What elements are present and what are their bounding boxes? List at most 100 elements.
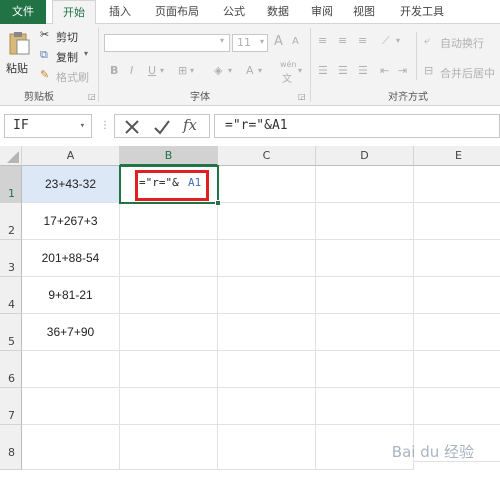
underline-button[interactable]: U: [148, 64, 156, 77]
cell-b6[interactable]: [120, 351, 218, 388]
cell-b8[interactable]: [120, 425, 218, 470]
border-dropdown-icon[interactable]: ▾: [190, 66, 194, 75]
name-box-dropdown-icon[interactable]: ▾: [80, 115, 85, 137]
clipboard-launcher-icon[interactable]: ◲: [88, 92, 96, 101]
align-center-icon[interactable]: ☰: [338, 64, 348, 77]
grow-font-button[interactable]: A: [274, 34, 283, 49]
align-top-icon[interactable]: ≡: [318, 34, 327, 47]
shrink-font-button[interactable]: A: [292, 36, 299, 47]
tab-data[interactable]: 数据: [258, 0, 298, 24]
cell-e2[interactable]: [414, 203, 500, 240]
column-header-a[interactable]: A: [22, 146, 120, 166]
tab-page-layout[interactable]: 页面布局: [146, 0, 208, 24]
font-color-button[interactable]: A: [246, 64, 254, 77]
cut-button[interactable]: 剪切: [56, 29, 78, 45]
fill-color-icon[interactable]: ◈: [214, 64, 222, 77]
font-name-dropdown[interactable]: [104, 34, 230, 52]
align-middle-icon[interactable]: ≡: [338, 34, 347, 47]
select-all-corner[interactable]: [0, 146, 22, 166]
cell-c4[interactable]: [218, 277, 316, 314]
cell-d3[interactable]: [316, 240, 414, 277]
column-header-c[interactable]: C: [218, 146, 316, 166]
cell-e4[interactable]: [414, 277, 500, 314]
cell-e7[interactable]: [414, 388, 500, 425]
tab-insert[interactable]: 插入: [100, 0, 140, 24]
cell-d1[interactable]: [316, 166, 414, 203]
enter-icon[interactable]: [153, 118, 171, 136]
phonetic-button[interactable]: wén: [280, 60, 297, 69]
cell-a3[interactable]: 201+88-54: [22, 240, 120, 277]
orientation-dropdown-icon[interactable]: ▾: [396, 36, 400, 45]
cell-c8[interactable]: [218, 425, 316, 470]
row-header-8[interactable]: 8: [0, 425, 22, 470]
cell-a4[interactable]: 9+81-21: [22, 277, 120, 314]
tab-developer[interactable]: 开发工具: [392, 0, 452, 24]
cell-e3[interactable]: [414, 240, 500, 277]
cell-c2[interactable]: [218, 203, 316, 240]
cell-b5[interactable]: [120, 314, 218, 351]
align-right-icon[interactable]: ☰: [358, 64, 368, 77]
row-header-2[interactable]: 2: [0, 203, 22, 240]
formula-input[interactable]: ="r="&A1: [214, 114, 500, 138]
bold-button[interactable]: B: [110, 64, 118, 77]
row-header-4[interactable]: 4: [0, 277, 22, 314]
cell-a1[interactable]: 23+43-32: [22, 166, 120, 203]
column-header-d[interactable]: D: [316, 146, 414, 166]
font-size-dropdown[interactable]: 11 ▾: [232, 34, 268, 52]
row-header-7[interactable]: 7: [0, 388, 22, 425]
cell-c5[interactable]: [218, 314, 316, 351]
cell-c6[interactable]: [218, 351, 316, 388]
cell-a6[interactable]: [22, 351, 120, 388]
cell-c7[interactable]: [218, 388, 316, 425]
cell-b3[interactable]: [120, 240, 218, 277]
font-launcher-icon[interactable]: ◲: [298, 92, 306, 101]
phonetic-dropdown-icon[interactable]: ▾: [298, 66, 302, 75]
cell-d4[interactable]: [316, 277, 414, 314]
cell-a2[interactable]: 17+267+3: [22, 203, 120, 240]
tab-home[interactable]: 开始: [52, 0, 96, 25]
font-color-dropdown-icon[interactable]: ▾: [258, 66, 262, 75]
merge-center-button[interactable]: 合并后居中: [440, 65, 495, 81]
cell-b2[interactable]: [120, 203, 218, 240]
cell-e5[interactable]: [414, 314, 500, 351]
increase-indent-icon[interactable]: ⇥: [398, 64, 407, 77]
cell-a5[interactable]: 36+7+90: [22, 314, 120, 351]
cell-e6[interactable]: [414, 351, 500, 388]
row-header-6[interactable]: 6: [0, 351, 22, 388]
fill-dropdown-icon[interactable]: ▾: [228, 66, 232, 75]
copy-dropdown-icon[interactable]: ▾: [84, 49, 88, 58]
cancel-icon[interactable]: [123, 118, 141, 136]
tab-formulas[interactable]: 公式: [214, 0, 254, 24]
cell-d5[interactable]: [316, 314, 414, 351]
cell-d6[interactable]: [316, 351, 414, 388]
column-header-e[interactable]: E: [414, 146, 500, 166]
italic-button[interactable]: I: [130, 64, 133, 77]
tab-file[interactable]: 文件: [0, 0, 46, 24]
copy-button[interactable]: 复制: [56, 49, 78, 65]
cell-a8[interactable]: [22, 425, 120, 470]
row-header-5[interactable]: 5: [0, 314, 22, 351]
cell-c1[interactable]: [218, 166, 316, 203]
name-box[interactable]: IF ▾: [4, 114, 92, 138]
cell-e1[interactable]: [414, 166, 500, 203]
underline-dropdown-icon[interactable]: ▾: [160, 66, 164, 75]
format-painter-button[interactable]: 格式刷: [56, 69, 89, 85]
tab-view[interactable]: 视图: [344, 0, 384, 24]
column-header-b[interactable]: B: [120, 146, 218, 166]
tab-review[interactable]: 审阅: [302, 0, 342, 24]
row-header-1[interactable]: 1: [0, 166, 22, 203]
cell-b7[interactable]: [120, 388, 218, 425]
align-bottom-icon[interactable]: ≡: [358, 34, 367, 47]
cell-b4[interactable]: [120, 277, 218, 314]
cell-a7[interactable]: [22, 388, 120, 425]
paste-button[interactable]: 粘贴: [4, 28, 34, 84]
orientation-icon[interactable]: ⟋: [382, 34, 390, 48]
fill-handle[interactable]: [215, 200, 221, 206]
wrap-text-button[interactable]: 自动换行: [440, 35, 484, 51]
cell-d2[interactable]: [316, 203, 414, 240]
insert-function-button[interactable]: fx: [183, 116, 197, 134]
cell-c3[interactable]: [218, 240, 316, 277]
align-left-icon[interactable]: ☰: [318, 64, 328, 77]
border-icon[interactable]: ⊞: [178, 64, 187, 77]
cell-d7[interactable]: [316, 388, 414, 425]
